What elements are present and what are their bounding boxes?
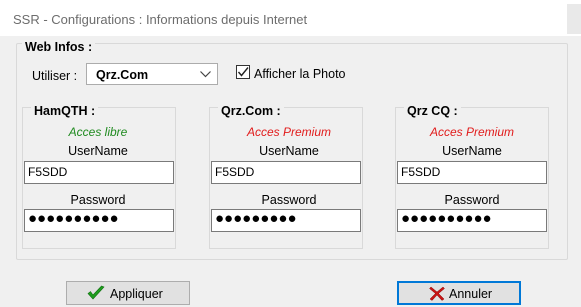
service-select-value: Qrz.Com: [96, 68, 149, 82]
qrzcq-password-field[interactable]: ●●●●●●●●●●: [397, 209, 547, 232]
qrzcom-password-field[interactable]: ●●●●●●●●●: [211, 209, 361, 232]
qrzcom-username-field[interactable]: F5SDD: [211, 161, 361, 184]
qrzcom-username-label: UserName: [259, 144, 319, 158]
hamqth-password-field[interactable]: ●●●●●●●●●●: [24, 209, 174, 232]
qrzcq-legend: Qrz CQ :: [404, 104, 461, 118]
service-select[interactable]: Qrz.Com: [86, 63, 218, 85]
show-photo-label[interactable]: Afficher la Photo: [254, 67, 346, 81]
qrzcq-username-label: UserName: [442, 144, 502, 158]
hamqth-legend: HamQTH :: [31, 104, 99, 118]
hamqth-username-label: UserName: [68, 144, 128, 158]
qrzcq-username-field[interactable]: F5SDD: [397, 161, 547, 184]
utiliser-label: Utiliser :: [32, 69, 78, 83]
show-photo-checkbox[interactable]: [236, 65, 250, 79]
title-bar: SSR - Configurations : Informations depu…: [0, 0, 581, 36]
apply-button[interactable]: Appliquer: [66, 281, 190, 305]
cancel-button-label: Annuler: [449, 287, 493, 301]
hamqth-username-field[interactable]: F5SDD: [24, 161, 174, 184]
checkmark-icon: [237, 67, 249, 77]
hamqth-access: Acces libre: [68, 125, 128, 139]
red-x-icon: [429, 286, 445, 301]
apply-button-label: Appliquer: [110, 287, 163, 301]
green-checkmark-icon: [87, 285, 105, 300]
title-bar-corner: [567, 4, 581, 34]
qrzcq-password-label: Password: [444, 193, 500, 207]
qrzcq-access: Acces Premium: [429, 125, 515, 139]
qrzcom-access: Acces Premium: [246, 125, 332, 139]
hamqth-password-label: Password: [70, 193, 126, 207]
chevron-down-icon: [200, 71, 211, 78]
qrzcom-legend: Qrz.Com :: [218, 104, 284, 118]
cancel-button[interactable]: Annuler: [397, 281, 521, 305]
web-infos-legend: Web Infos :: [22, 40, 96, 54]
window-title: SSR - Configurations : Informations depu…: [13, 12, 308, 27]
qrzcom-password-label: Password: [261, 193, 317, 207]
